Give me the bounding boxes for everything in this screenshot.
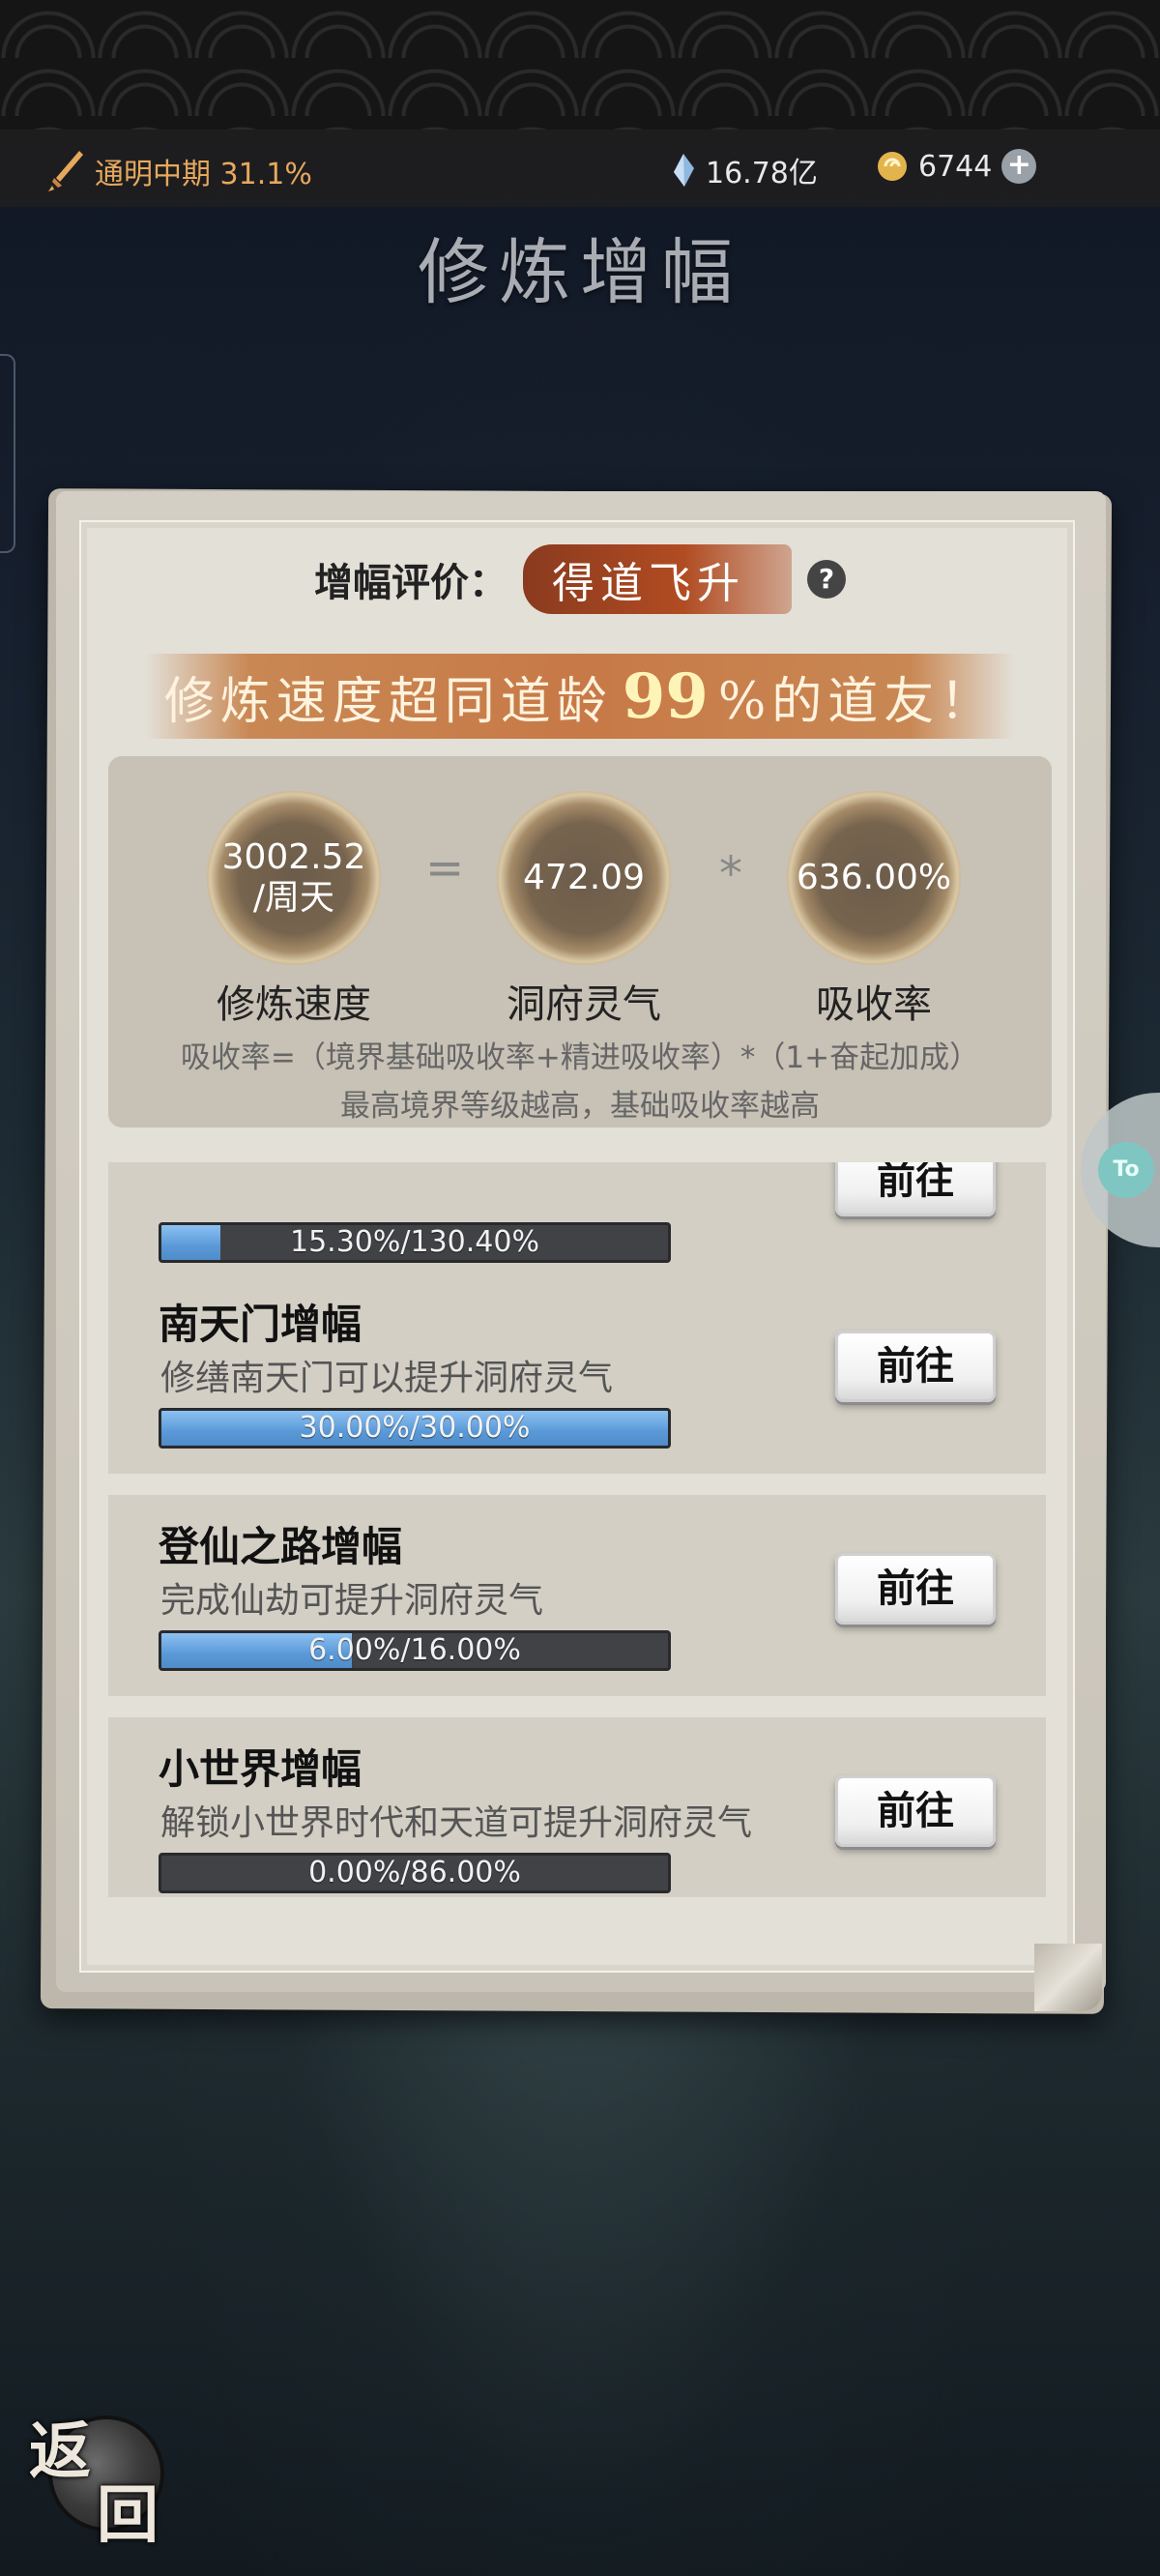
row-description: 修缮南天门可以提升洞府灵气: [160, 1359, 614, 1398]
coin-value: 6744: [918, 149, 993, 184]
banner-prefix: 修炼速度超同道龄: [163, 672, 613, 731]
top-decorative-pattern: [0, 0, 1160, 130]
rate-item: 636.00% 吸收率: [777, 791, 971, 1029]
coin-counter[interactable]: 6744 +: [876, 149, 1037, 184]
boost-row-small-world: 小世界增幅 解锁小世界时代和天道可提升洞府灵气 前往 0.00%/86.00%: [108, 1717, 1046, 1897]
rate-value: 636.00%: [796, 858, 952, 897]
realm-label: 通明中期 31.1%: [95, 158, 312, 191]
speed-caption: 修炼速度: [217, 982, 371, 1027]
formula-note: 最高境界等级越高，基础吸收率越高: [340, 1089, 820, 1124]
page-curl: [1034, 1944, 1102, 2011]
progress-text: 6.00%/16.00%: [308, 1633, 521, 1667]
rating-row: 增幅评价： 得道飞升 ?: [0, 544, 1160, 614]
back-char-2: 回: [97, 2479, 159, 2552]
row-title: 南天门增幅: [159, 1301, 362, 1348]
go-button[interactable]: 前往: [835, 1331, 996, 1402]
back-button[interactable]: 返 回: [29, 2402, 164, 2552]
back-char-1: 返: [29, 2415, 91, 2488]
aura-medallion: 472.09: [497, 791, 671, 965]
boost-row-ascension-path: 登仙之路增幅 完成仙劫可提升洞府灵气 前往 6.00%/16.00%: [108, 1495, 1046, 1696]
speed-item: 3002.52 /周天 修炼速度: [197, 791, 391, 1029]
progress-bar: 30.00%/30.00%: [159, 1408, 671, 1449]
boost-list[interactable]: 前往 15.30%/130.40% 南天门增幅 修缮南天门可以提升洞府灵气 前往…: [108, 1162, 1052, 1897]
progress-bar: 0.00%/86.00%: [159, 1853, 671, 1893]
speed-medallion: 3002.52 /周天: [207, 791, 381, 965]
rating-label: 增幅评价：: [314, 561, 508, 605]
progress-text: 30.00%/30.00%: [299, 1411, 531, 1445]
crystal-icon: [674, 154, 694, 187]
rating-badge: 得道飞升: [523, 544, 792, 614]
progress-text: 15.30%/130.40%: [290, 1225, 539, 1259]
plus-icon[interactable]: +: [1001, 149, 1037, 184]
row-title: 登仙之路增幅: [159, 1523, 403, 1570]
rate-caption: 吸收率: [816, 982, 932, 1027]
help-icon[interactable]: ?: [807, 560, 846, 599]
aura-item: 472.09 洞府灵气: [487, 791, 681, 1029]
side-tab[interactable]: [0, 354, 15, 553]
sword-icon: [48, 151, 83, 191]
spirit-stone-value: 16.78亿: [706, 157, 818, 190]
progress-text: 0.00%/86.00%: [308, 1856, 521, 1889]
coin-icon: [878, 152, 907, 181]
boost-row-nantianmen: 南天门增幅 修缮南天门可以提升洞府灵气 前往 30.00%/30.00%: [108, 1273, 1046, 1474]
go-button[interactable]: 前往: [835, 1775, 996, 1847]
row-description: 完成仙劫可提升洞府灵气: [160, 1581, 544, 1621]
rate-medallion: 636.00%: [787, 791, 961, 965]
speed-value: 3002.52: [221, 837, 366, 877]
multiply-sign: *: [719, 847, 742, 901]
aura-value: 472.09: [523, 858, 645, 897]
side-badge-label: To: [1098, 1142, 1154, 1198]
row-title: 小世界增幅: [159, 1745, 362, 1793]
resource-bar: 通明中期 31.1% 16.78亿 6744 +: [0, 130, 1160, 207]
equals-sign: =: [425, 841, 465, 895]
row-description: 解锁小世界时代和天道可提升洞府灵气: [160, 1803, 753, 1843]
progress-bar: 6.00%/16.00%: [159, 1630, 671, 1671]
page-title: 修炼增幅: [418, 231, 742, 314]
banner-percent: 99: [622, 659, 709, 733]
go-button[interactable]: 前往: [835, 1553, 996, 1625]
formula-explanation: 吸收率=（境界基础吸收率+精进吸收率）*（1+奋起加成）: [180, 1040, 980, 1075]
banner-suffix: %的道友！: [717, 672, 997, 731]
realm-status[interactable]: 通明中期 31.1%: [46, 149, 312, 193]
spirit-stone-counter[interactable]: 16.78亿: [671, 149, 818, 191]
compare-banner: 修炼速度超同道龄 99 %的道友！: [145, 654, 1015, 739]
boost-row: 前往 15.30%/130.40%: [108, 1162, 1046, 1288]
go-button[interactable]: 前往: [835, 1162, 996, 1216]
progress-bar: 15.30%/130.40%: [159, 1222, 671, 1263]
aura-caption: 洞府灵气: [507, 982, 661, 1027]
speed-unit: /周天: [252, 878, 335, 918]
